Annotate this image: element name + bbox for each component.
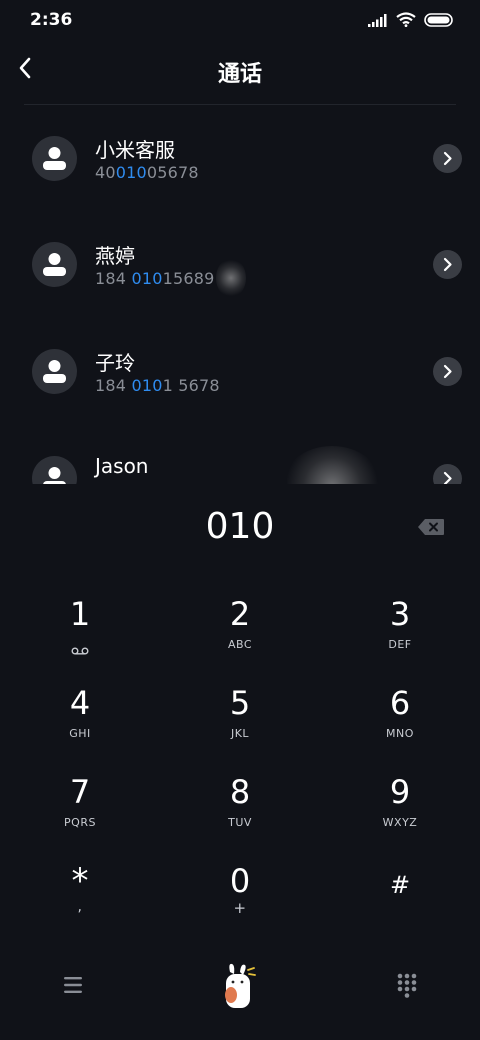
person-icon xyxy=(43,253,66,276)
contact-row[interactable]: 燕婷 184 01015689 xyxy=(0,232,480,322)
contact-row[interactable]: 小米客服 4001005678 xyxy=(0,126,480,216)
key-letters: ABC xyxy=(227,638,253,651)
dialpad-icon xyxy=(397,973,417,998)
contact-name: 子玲 xyxy=(95,351,135,375)
key-star[interactable]: * , xyxy=(20,853,140,933)
backspace-icon xyxy=(418,519,444,535)
contact-detail-button[interactable] xyxy=(433,144,462,173)
key-letters: GHI xyxy=(69,727,91,740)
contact-detail-button[interactable] xyxy=(433,250,462,279)
contact-number: 4001005678 xyxy=(95,163,199,182)
key-letters: PQRS xyxy=(64,816,96,829)
person-icon xyxy=(43,467,66,484)
battery-icon xyxy=(424,12,453,27)
key-letters: , xyxy=(77,899,83,915)
chevron-right-icon xyxy=(443,257,452,272)
key-5[interactable]: 5 JKL xyxy=(180,675,300,755)
key-4[interactable]: 4 GHI xyxy=(20,675,140,755)
status-icons xyxy=(368,12,454,27)
key-hash[interactable]: # xyxy=(340,853,460,933)
chevron-right-icon xyxy=(443,471,452,484)
key-8[interactable]: 8 TUV xyxy=(180,764,300,844)
key-digit: 9 xyxy=(389,773,411,811)
page-title: 通话 xyxy=(217,62,262,87)
contact-list: 小米客服 4001005678 燕婷 184 01015689 子玲 184 0… xyxy=(0,106,480,484)
contact-name: 燕婷 xyxy=(95,244,135,268)
key-digit: 6 xyxy=(389,684,411,722)
key-7[interactable]: 7 PQRS xyxy=(20,764,140,844)
avatar xyxy=(32,349,77,394)
key-0[interactable]: 0 + xyxy=(180,853,300,933)
key-digit: 5 xyxy=(229,684,251,722)
key-letters: DEF xyxy=(388,638,412,651)
key-letters: MNO xyxy=(386,727,414,740)
key-letters: + xyxy=(233,899,247,917)
key-digit: 8 xyxy=(229,773,251,811)
menu-button[interactable] xyxy=(62,974,86,996)
key-digit: * xyxy=(71,861,89,901)
mascot-call-button[interactable] xyxy=(218,962,264,1012)
key-digit: 3 xyxy=(389,595,411,633)
chevron-right-icon xyxy=(443,364,452,379)
key-digit: 1 xyxy=(69,595,91,633)
key-digit: 2 xyxy=(229,595,251,633)
delete-button[interactable] xyxy=(417,518,445,536)
dial-input-display: 010 xyxy=(205,506,275,547)
title-bar: 通话 xyxy=(0,44,480,100)
contact-detail-button[interactable] xyxy=(433,464,462,484)
key-letters: WXYZ xyxy=(382,816,418,829)
number-match: 010 xyxy=(131,269,163,288)
chevron-right-icon xyxy=(443,151,452,166)
voicemail-icon xyxy=(20,640,140,659)
contact-detail-button[interactable] xyxy=(433,357,462,386)
rabbit-mascot-icon xyxy=(225,963,256,1008)
key-1[interactable]: 1 xyxy=(20,586,140,666)
contact-number: 184 0101 5678 xyxy=(95,376,220,395)
bottom-bar xyxy=(0,950,480,1020)
contact-name: Jason xyxy=(95,454,149,478)
avatar xyxy=(32,242,77,287)
key-6[interactable]: 6 MNO xyxy=(340,675,460,755)
status-bar: 2:36 xyxy=(0,0,480,44)
contact-name: 小米客服 xyxy=(95,138,175,162)
key-letters: JKL xyxy=(230,727,250,740)
avatar xyxy=(32,136,77,181)
number-match: 010 xyxy=(115,163,147,182)
signal-icon xyxy=(368,13,387,27)
key-digit: # xyxy=(389,871,411,899)
person-icon xyxy=(43,360,66,383)
hamburger-menu-icon xyxy=(64,977,82,993)
status-time: 2:36 xyxy=(30,10,73,30)
wifi-icon xyxy=(396,12,416,27)
contact-row[interactable]: 子玲 184 0101 5678 xyxy=(0,339,480,429)
key-digit: 4 xyxy=(69,684,91,722)
key-digit: 7 xyxy=(69,773,91,811)
key-9[interactable]: 9 WXYZ xyxy=(340,764,460,844)
key-3[interactable]: 3 DEF xyxy=(340,586,460,666)
key-digit: 0 xyxy=(229,862,251,900)
contact-row[interactable]: Jason xyxy=(0,446,480,484)
avatar xyxy=(32,456,77,484)
contact-number: 184 01015689 xyxy=(95,269,215,288)
person-icon xyxy=(43,147,66,170)
number-match: 010 xyxy=(131,376,163,395)
header-divider xyxy=(24,104,456,105)
key-2[interactable]: 2 ABC xyxy=(180,586,300,666)
dialpad-toggle-button[interactable] xyxy=(395,972,419,998)
key-letters: TUV xyxy=(228,816,252,829)
